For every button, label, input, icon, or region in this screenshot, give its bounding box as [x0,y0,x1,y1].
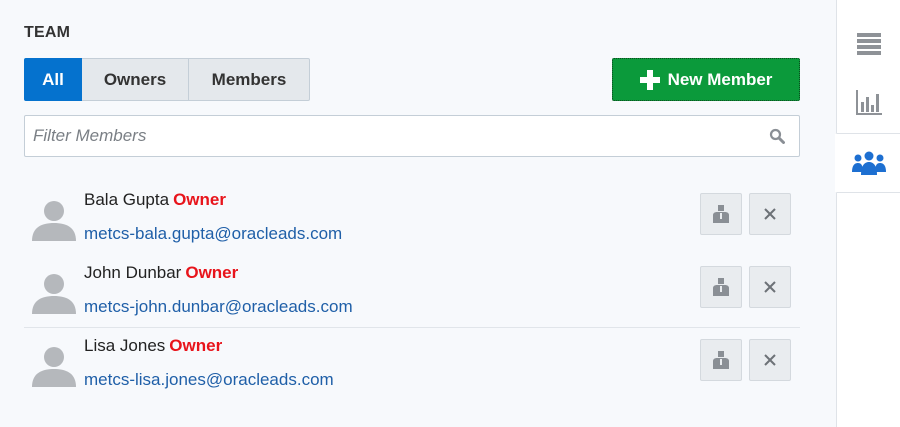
member-name: Lisa Jones Owner [84,336,223,355]
list-item: John Dunbar Owner metcs-john.dunbar@oracl… [24,255,800,325]
filter-members-input[interactable] [25,116,799,156]
side-rail [835,0,900,427]
close-icon [764,354,776,366]
filter-members-field [24,115,800,157]
member-profile-button[interactable] [700,339,742,381]
rail-item-team[interactable] [835,133,900,193]
member-profile-button[interactable] [700,193,742,235]
panel-title: TEAM [24,24,71,41]
member-role: Owner [173,190,226,209]
tab-all[interactable]: All [24,58,82,101]
list-item: Bala Gupta Owner metcs-bala.gupta@oraclea… [24,182,800,252]
remove-member-button[interactable] [749,339,791,381]
list-item: Lisa Jones Owner metcs-lisa.jones@oraclea… [24,327,800,397]
remove-member-button[interactable] [749,266,791,308]
rail-item-analytics[interactable] [837,72,900,132]
member-role: Owner [169,336,223,355]
person-icon [713,205,729,223]
tab-members[interactable]: Members [189,58,310,101]
member-name: John Dunbar Owner [84,263,239,282]
person-icon [713,351,729,369]
member-filter-tabs: All Owners Members [24,58,310,101]
remove-member-button[interactable] [749,193,791,235]
plus-icon [639,69,660,90]
new-member-button[interactable]: New Member [612,58,800,101]
close-icon [764,208,776,220]
new-member-label: New Member [667,69,773,89]
member-email[interactable]: metcs-john.dunbar@oracleads.com [84,297,353,317]
member-email[interactable]: metcs-bala.gupta@oracleads.com [84,224,342,244]
team-panel: TEAM All Owners Members New Member Bala … [0,0,836,427]
member-role: Owner [185,263,239,282]
close-icon [764,281,776,293]
search-icon[interactable] [769,128,785,144]
list-icon [857,33,881,55]
avatar-icon [32,347,76,387]
member-profile-button[interactable] [700,266,742,308]
rail-item-list[interactable] [837,14,900,74]
team-icon [852,151,886,175]
avatar-icon [32,274,76,314]
avatar-icon [32,201,76,241]
member-name: Bala Gupta Owner [84,190,226,209]
person-icon [713,278,729,296]
bar-chart-icon [856,90,882,115]
member-email[interactable]: metcs-lisa.jones@oracleads.com [84,370,334,390]
tab-owners[interactable]: Owners [82,58,189,101]
